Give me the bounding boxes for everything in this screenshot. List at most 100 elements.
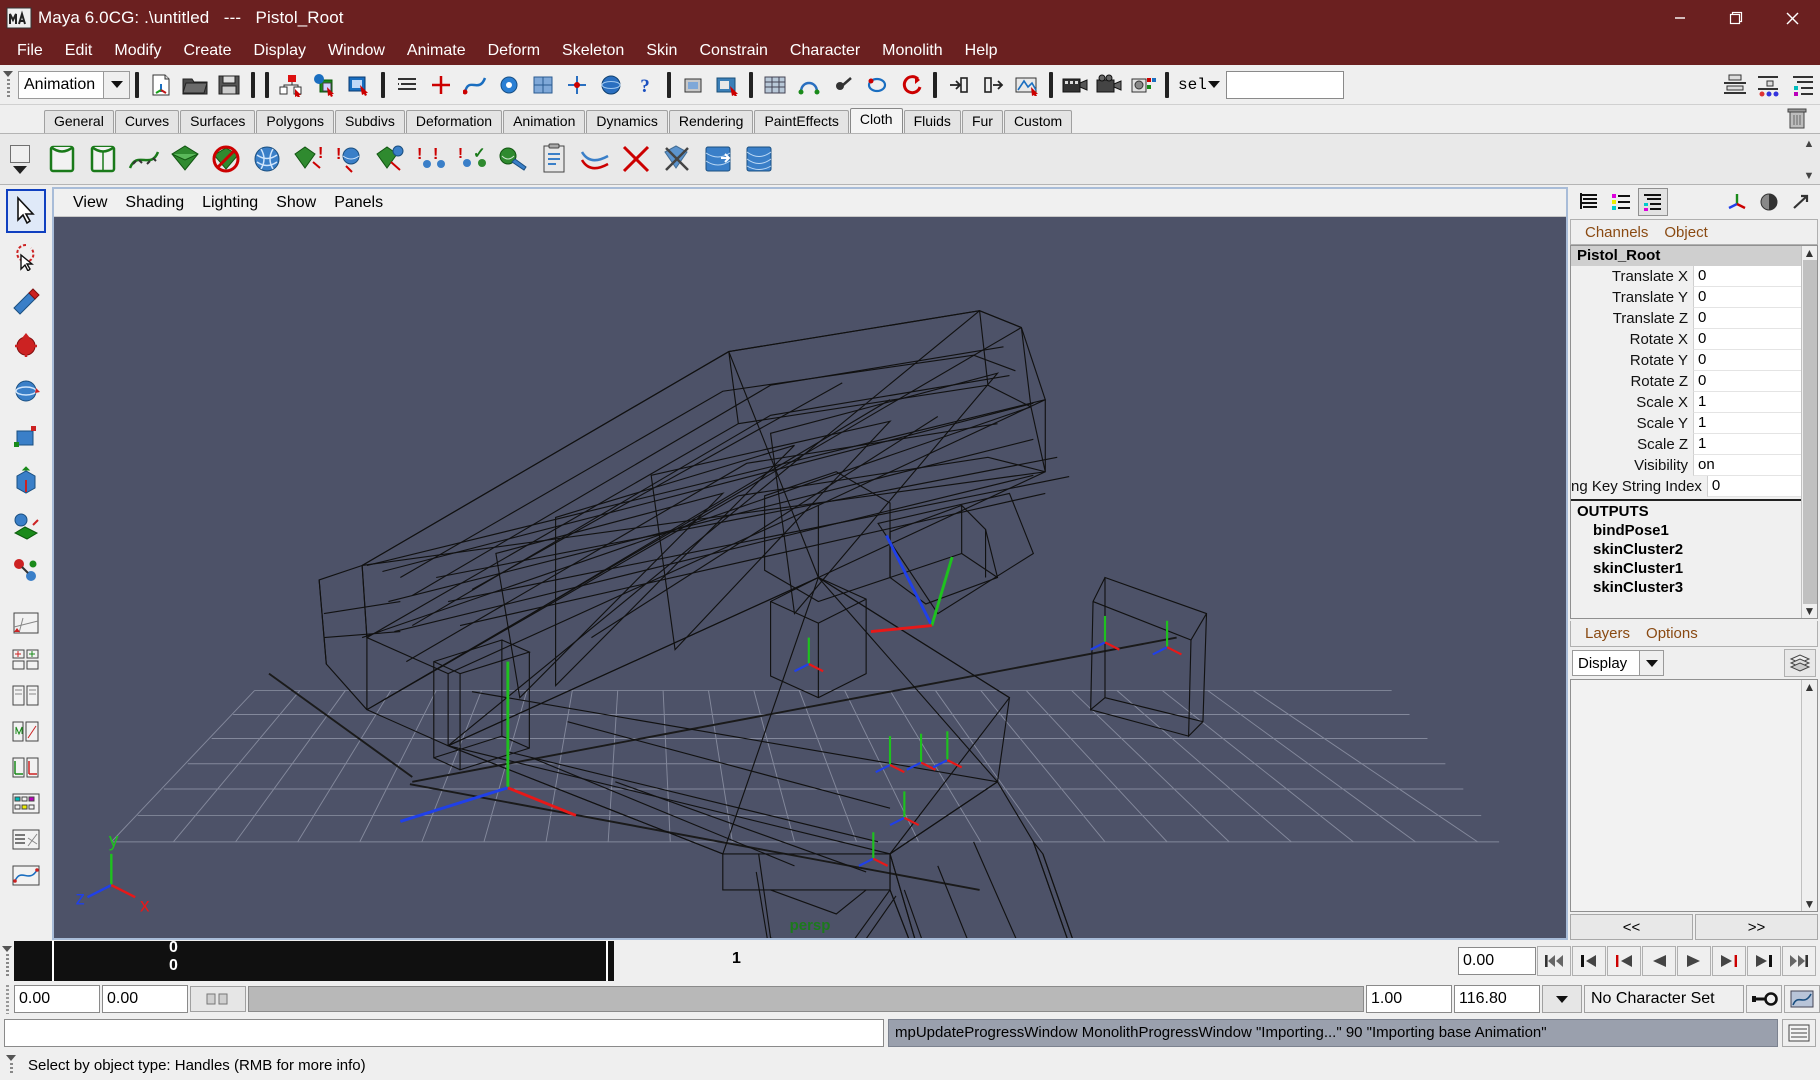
shelf-tab-cloth[interactable]: Cloth [849,107,903,133]
channel-value[interactable]: 0 [1693,371,1801,392]
show-manipulator-button[interactable] [1722,188,1752,216]
command-line-input[interactable] [4,1019,884,1047]
auto-keyframe-button[interactable] [1746,985,1782,1013]
shelf-button-cloth-delete-cache[interactable] [616,137,656,181]
time-slider-current-marker[interactable] [52,941,54,981]
shelf-button-cloth-property[interactable]: ! [288,137,328,181]
time-slider-end-marker[interactable] [606,941,608,981]
shelf-button-cloth-mesh-constraint[interactable]: ! ✓ [452,137,492,181]
toolbar-divider-4[interactable] [381,71,385,98]
layer-list-area[interactable] [1571,680,1801,911]
construction-history-button[interactable] [895,69,927,101]
channel-value[interactable]: 0 [1693,287,1801,308]
shelf-tab-curves[interactable]: Curves [114,109,180,133]
camera-button[interactable] [1093,69,1125,101]
channel-value[interactable]: 0 [1706,476,1801,497]
script-editor-button[interactable] [1782,1019,1816,1047]
render-settings-button[interactable] [759,69,791,101]
channel-row-rotate-z[interactable]: Rotate Z 0 [1571,371,1801,392]
layout-single-perspective[interactable] [6,606,46,642]
range-handle-left[interactable] [190,986,246,1012]
tool-lasso-select[interactable] [6,234,46,278]
attribute-editor-tab-button[interactable] [1606,188,1636,216]
channel-row-scale-y[interactable]: Scale Y 1 [1571,413,1801,434]
shelf-button-cloth-no-collide[interactable] [206,137,246,181]
range-slider-grip[interactable] [2,984,12,1014]
channel-value[interactable]: on [1693,455,1801,476]
menu-file[interactable]: File [6,40,54,62]
shelf-scroll-up-icon[interactable]: ▲ [1800,136,1818,152]
shelf-button-create-cloth-garment[interactable] [42,137,82,181]
menu-set-dropdown-arrow[interactable] [103,71,129,98]
output-node-bindpose1[interactable]: bindPose1 [1571,521,1801,540]
layout-three-pane[interactable] [6,750,46,786]
selection-name-input[interactable] [1225,70,1344,99]
time-slider-range[interactable]: 0 0 [14,939,614,981]
shelf-scroll-down-icon[interactable]: ▼ [1800,168,1818,184]
viewport-menu-panels[interactable]: Panels [325,193,392,213]
playback-options-dropdown[interactable] [1542,985,1582,1013]
layer-list[interactable]: ▲ ▼ [1570,679,1818,912]
new-layer-button[interactable] [1784,649,1816,677]
animation-preferences-button[interactable] [1784,985,1820,1013]
layout-outliner-persp[interactable] [6,822,46,858]
layout-hypergraph[interactable] [6,786,46,822]
shelf-options-button[interactable] [0,133,40,185]
toolbar-divider-6[interactable] [749,71,753,98]
channel-box-menu-channels[interactable]: Channels [1577,224,1656,241]
toolbar-divider-3[interactable] [265,71,269,98]
shelf-tab-surfaces[interactable]: Surfaces [180,109,256,133]
shelf-tab-rendering[interactable]: Rendering [668,109,754,133]
range-start-input[interactable] [14,985,100,1013]
select-object-button[interactable] [309,69,341,101]
shelf-tab-fluids[interactable]: Fluids [903,109,961,133]
hypershade-button[interactable] [793,69,825,101]
toolbar-divider-9[interactable] [1165,71,1169,98]
character-set-field[interactable]: No Character Set [1584,985,1744,1013]
play-backwards-button[interactable] [1642,946,1676,976]
select-hierarchy-button[interactable] [275,69,307,101]
menu-character[interactable]: Character [779,40,871,62]
channel-row-key-string-index[interactable]: ng Key String Index 0 [1571,476,1801,497]
shelf-button-create-cloth-seam[interactable] [124,137,164,181]
shelf-button-cloth-relax[interactable] [575,137,615,181]
channel-row-scale-z[interactable]: Scale Z 1 [1571,434,1801,455]
layer-list-scrollbar[interactable]: ▲ ▼ [1801,680,1817,911]
time-slider-grip[interactable] [0,941,14,981]
scrollbar-thumb[interactable] [1802,260,1817,604]
tool-show-manipulator[interactable] [6,549,46,593]
open-scene-button[interactable] [179,69,211,101]
toolbar-divider-1[interactable] [135,71,139,98]
ipr-render-button[interactable] [711,69,743,101]
output-node-skincluster1[interactable]: skinCluster1 [1571,559,1801,578]
tool-select[interactable] [6,189,46,233]
select-component-button[interactable] [343,69,375,101]
viewport-menu-shading[interactable]: Shading [116,193,193,213]
toggle-display-button[interactable] [1754,188,1784,216]
layout-two-pane-side[interactable] [6,678,46,714]
channel-row-scale-x[interactable]: Scale X 1 [1571,392,1801,413]
layout-two-pane-stacked[interactable] [6,714,46,750]
toolbar-divider-7[interactable] [933,71,937,98]
shelf-button-paint-cloth-properties[interactable] [493,137,533,181]
channel-value[interactable]: 0 [1693,266,1801,287]
channel-row-translate-x[interactable]: Translate X 0 [1571,266,1801,287]
shelf-button-cloth-delete[interactable] [657,137,697,181]
shelf-tab-deformation[interactable]: Deformation [405,109,503,133]
current-frame-input[interactable] [1458,947,1536,975]
toolbar-grip[interactable] [2,68,14,102]
menu-constrain[interactable]: Constrain [688,40,778,62]
layer-mode-arrow[interactable] [1639,651,1663,675]
channel-row-visibility[interactable]: Visibility on [1571,455,1801,476]
layer-prev-button[interactable]: << [1570,914,1693,940]
shelf-button-cloth-solver[interactable] [247,137,287,181]
shelf-button-create-cloth-panel[interactable] [83,137,123,181]
shelf-delete-button[interactable] [1786,106,1810,132]
layer-menu-layers[interactable]: Layers [1577,625,1638,642]
layer-next-button[interactable]: >> [1695,914,1818,940]
scroll-up-icon[interactable]: ▲ [1804,246,1816,260]
sphere-button[interactable] [595,69,627,101]
layer-mode-dropdown[interactable]: Display [1572,650,1664,676]
snap-point-button[interactable] [493,69,525,101]
step-forward-keyframe-button[interactable] [1747,946,1781,976]
